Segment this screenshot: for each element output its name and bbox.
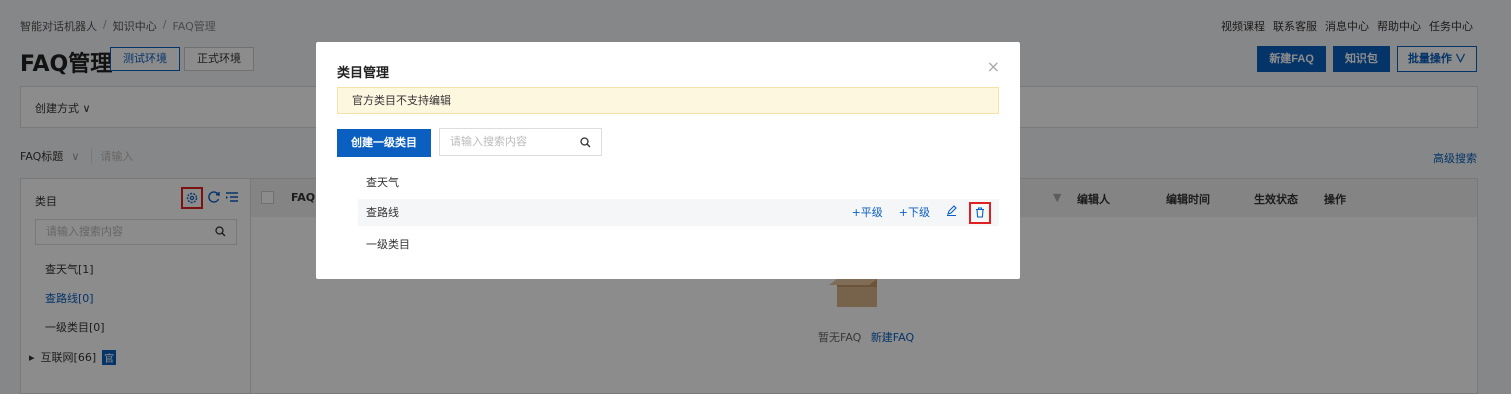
add-sibling-button[interactable]: +平级 bbox=[852, 199, 883, 226]
category-search-placeholder: 请输入搜索内容 bbox=[450, 135, 527, 148]
add-child-button[interactable]: +下级 bbox=[899, 199, 930, 226]
search-icon bbox=[580, 137, 591, 148]
category-row-actions: +平级 +下级 bbox=[852, 199, 991, 226]
category-row-label: 一级类目 bbox=[366, 238, 410, 251]
trash-icon[interactable] bbox=[969, 201, 991, 224]
create-level1-category-button[interactable]: 创建一级类目 bbox=[337, 129, 431, 157]
category-management-dialog: 类目管理 × 官方类目不支持编辑 创建一级类目 请输入搜索内容 查天气 查路线 … bbox=[316, 42, 1020, 279]
dialog-title: 类目管理 bbox=[337, 66, 390, 81]
close-icon[interactable]: × bbox=[987, 57, 1000, 76]
category-row-label: 查路线 bbox=[366, 206, 399, 219]
edit-icon[interactable] bbox=[946, 199, 957, 226]
category-search-input[interactable]: 请输入搜索内容 bbox=[439, 128, 602, 156]
category-row-route[interactable]: 查路线 +平级 +下级 bbox=[358, 199, 999, 226]
category-row-weather[interactable]: 查天气 bbox=[358, 169, 999, 196]
category-row-label: 查天气 bbox=[366, 176, 399, 189]
notice-banner: 官方类目不支持编辑 bbox=[337, 87, 999, 114]
category-row-level1[interactable]: 一级类目 bbox=[358, 231, 999, 258]
